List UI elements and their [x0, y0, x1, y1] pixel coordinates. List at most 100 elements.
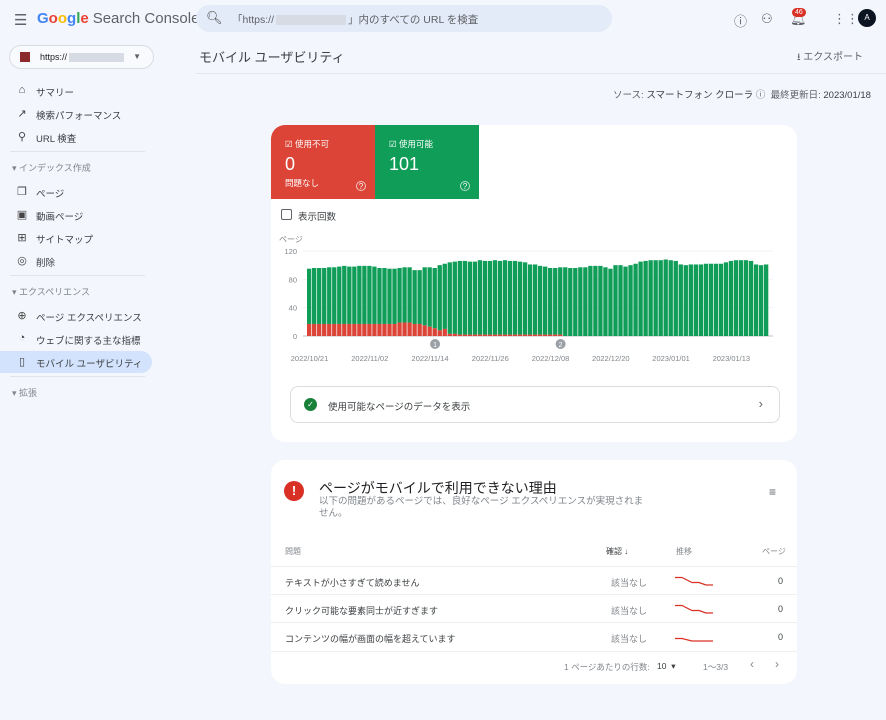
bar-usable[interactable] [728, 260, 734, 336]
bar-usable[interactable] [753, 264, 759, 336]
usable-pages-link[interactable]: ✓ 使用可能なページのデータを表示 › [290, 386, 780, 423]
sidebar-item[interactable]: ◎ 削除 [0, 250, 152, 272]
sidebar-item[interactable]: ⌂ サマリー [0, 80, 152, 102]
tile-usable[interactable]: ☑ 使用可能 101? [375, 125, 479, 199]
bar-usable[interactable] [317, 268, 322, 324]
bar-unusable[interactable] [492, 334, 498, 336]
impressions-checkbox[interactable] [281, 209, 292, 220]
bar-unusable[interactable] [472, 334, 478, 336]
bar-unusable[interactable] [487, 334, 493, 336]
bar-usable[interactable] [347, 266, 352, 324]
bar-unusable[interactable] [467, 334, 473, 336]
bar-unusable[interactable] [312, 323, 317, 336]
sidebar-item[interactable]: ⚲ URL 検査 [0, 126, 152, 148]
bar-usable[interactable] [563, 267, 568, 336]
bar-unusable[interactable] [517, 334, 523, 336]
bar-unusable[interactable] [538, 334, 543, 336]
bar-usable[interactable] [733, 260, 739, 336]
next-page-button[interactable]: › [775, 657, 779, 671]
bar-usable[interactable] [703, 263, 709, 336]
bar-usable[interactable] [588, 265, 593, 336]
bar-unusable[interactable] [372, 323, 377, 336]
bar-usable[interactable] [372, 266, 377, 324]
table-row[interactable]: クリック可能な要素同士が近すぎます 該当なし 0 [271, 594, 797, 622]
sidebar-item[interactable]: ⊕ ページ エクスペリエンス [0, 305, 152, 327]
bar-usable[interactable] [492, 260, 498, 335]
bar-unusable[interactable] [432, 328, 437, 336]
bar-usable[interactable] [673, 260, 678, 336]
bar-unusable[interactable] [447, 333, 452, 336]
bar-usable[interactable] [553, 268, 558, 335]
bar-unusable[interactable] [397, 322, 402, 336]
bar-unusable[interactable] [407, 322, 412, 336]
bar-usable[interactable] [558, 267, 563, 335]
bar-usable[interactable] [437, 265, 442, 331]
bar-usable[interactable] [507, 260, 513, 335]
sidebar-item[interactable]: ▯ モバイル ユーザビリティ [0, 351, 152, 373]
sidebar-section[interactable]: ▾ インデックス作成 [12, 161, 91, 174]
bar-usable[interactable] [502, 260, 508, 335]
bar-unusable[interactable] [362, 323, 367, 336]
sidebar-item[interactable]: ❐ ページ [0, 181, 152, 203]
bar-unusable[interactable] [342, 323, 347, 336]
bar-usable[interactable] [693, 264, 698, 336]
help-icon[interactable]: ⓘ [734, 11, 747, 30]
bar-unusable[interactable] [337, 323, 342, 336]
bar-usable[interactable] [568, 268, 573, 336]
bar-unusable[interactable] [452, 333, 457, 336]
user-settings-icon[interactable]: ⚇ [761, 11, 773, 27]
bar-usable[interactable] [573, 268, 578, 336]
bar-unusable[interactable] [437, 330, 442, 336]
col-validation[interactable]: 確認 ↓ [606, 546, 628, 557]
bar-unusable[interactable] [352, 323, 357, 336]
bar-usable[interactable] [422, 267, 427, 326]
bar-usable[interactable] [477, 260, 483, 335]
bar-unusable[interactable] [367, 323, 372, 336]
sidebar-item[interactable]: ⊞ サイトマップ [0, 227, 152, 249]
bar-usable[interactable] [402, 267, 407, 323]
bar-usable[interactable] [763, 264, 769, 336]
bar-unusable[interactable] [548, 334, 553, 336]
bar-unusable[interactable] [422, 325, 427, 336]
bar-usable[interactable] [688, 264, 693, 336]
bar-usable[interactable] [472, 261, 478, 335]
sidebar-item[interactable]: ↗ 検索パフォーマンス [0, 103, 152, 125]
bar-usable[interactable] [748, 260, 754, 336]
bar-usable[interactable] [532, 264, 538, 335]
filter-icon[interactable]: ≡ [769, 485, 776, 499]
bar-unusable[interactable] [387, 323, 392, 336]
bar-usable[interactable] [658, 260, 663, 336]
bar-unusable[interactable] [357, 323, 362, 336]
sidebar-item[interactable]: ◔ ウェブに関する主な指標 [0, 328, 152, 350]
table-row[interactable]: コンテンツの幅が画面の幅を超えています 該当なし 0 [271, 622, 797, 650]
bar-unusable[interactable] [377, 323, 382, 336]
col-issue[interactable]: 問題 [285, 546, 301, 557]
bar-unusable[interactable] [558, 334, 563, 336]
bar-usable[interactable] [758, 265, 764, 336]
bar-usable[interactable] [352, 266, 357, 324]
bar-unusable[interactable] [307, 323, 312, 336]
bar-usable[interactable] [708, 263, 714, 336]
bar-usable[interactable] [548, 268, 553, 335]
logo[interactable]: Google Search Console [37, 10, 199, 27]
bar-usable[interactable] [332, 267, 337, 324]
bar-unusable[interactable] [482, 334, 488, 336]
bar-usable[interactable] [367, 265, 372, 324]
bar-usable[interactable] [643, 260, 648, 336]
bar-unusable[interactable] [317, 323, 322, 336]
bar-unusable[interactable] [332, 323, 337, 336]
prev-page-button[interactable]: ‹ [750, 657, 754, 671]
bar-usable[interactable] [407, 267, 412, 323]
tile-unusable[interactable]: ☑ 使用不可 0 問題なし? [271, 125, 375, 199]
bar-unusable[interactable] [532, 334, 538, 336]
bar-unusable[interactable] [327, 323, 332, 336]
bar-usable[interactable] [598, 265, 603, 336]
bar-usable[interactable] [307, 268, 312, 324]
bar-unusable[interactable] [502, 334, 508, 336]
bar-usable[interactable] [713, 263, 719, 336]
bar-unusable[interactable] [457, 334, 462, 336]
bar-usable[interactable] [683, 265, 688, 336]
bar-unusable[interactable] [497, 334, 503, 336]
bar-usable[interactable] [653, 260, 658, 336]
bar-usable[interactable] [312, 268, 317, 324]
